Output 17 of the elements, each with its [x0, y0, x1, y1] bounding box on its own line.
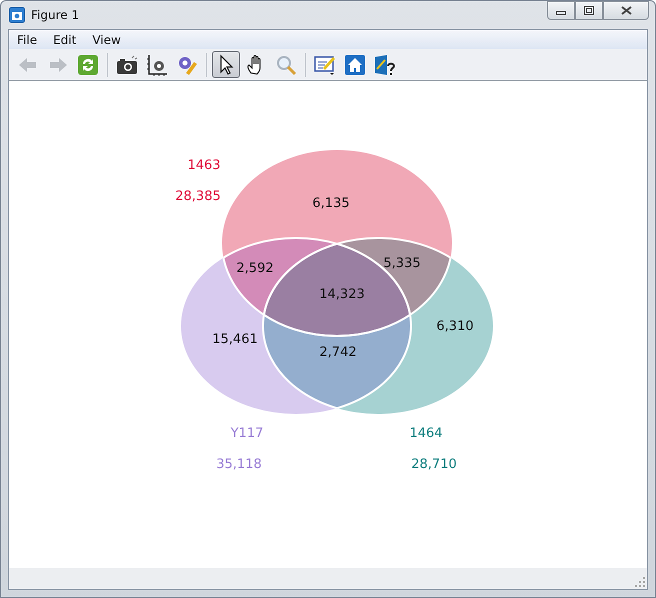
menu-item[interactable]: Edit: [45, 32, 84, 46]
region-count: 14,323: [319, 287, 365, 302]
region-count: 6,135: [312, 196, 350, 211]
region-count: 2,592: [236, 261, 274, 276]
window-title: Figure 1: [31, 8, 80, 22]
menu-item[interactable]: View: [84, 32, 129, 46]
region-count: 5,335: [383, 256, 421, 271]
set-name: 1464: [409, 426, 443, 441]
set-name: Y117: [230, 426, 264, 441]
set-name: 1463: [187, 158, 221, 173]
region-count: 15,461: [212, 332, 258, 347]
region-count: 2,742: [319, 345, 357, 360]
region-count: 6,310: [436, 319, 474, 334]
set-total: 35,118: [216, 457, 262, 472]
set-total: 28,385: [175, 189, 221, 204]
set-total: 28,710: [411, 457, 457, 472]
menu-item[interactable]: File: [9, 32, 46, 46]
